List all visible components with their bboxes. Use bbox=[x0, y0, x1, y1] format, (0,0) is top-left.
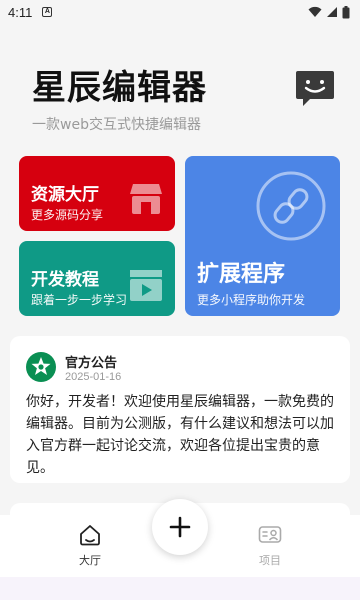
nav-home-label: 大厅 bbox=[79, 554, 101, 567]
store-icon bbox=[130, 184, 162, 214]
nav-project-tab[interactable]: 项目 bbox=[240, 524, 300, 568]
announcement-date: 2025-01-16 bbox=[65, 371, 122, 383]
dev-tutorial-card[interactable]: 开发教程 跟着一步一步学习 bbox=[19, 241, 175, 316]
gesture-bar bbox=[0, 577, 360, 600]
resource-hall-subtitle: 更多源码分享 bbox=[31, 208, 104, 222]
dev-tutorial-subtitle: 跟着一步一步学习 bbox=[31, 293, 128, 307]
a-box-icon: A bbox=[42, 7, 53, 17]
status-bar: 4:11 A bbox=[0, 0, 360, 24]
announcement-author: 官方公告 bbox=[65, 356, 118, 371]
status-time: 4:11 bbox=[8, 4, 33, 20]
resource-hall-card[interactable]: 资源大厅 更多源码分享 bbox=[19, 156, 175, 231]
extension-subtitle: 更多小程序助你开发 bbox=[197, 293, 306, 307]
project-icon bbox=[258, 526, 282, 543]
signal-icon bbox=[327, 7, 337, 17]
video-clapper-icon bbox=[130, 270, 162, 301]
nav-project-label: 项目 bbox=[259, 554, 281, 567]
link-circle-icon bbox=[256, 171, 326, 241]
add-button[interactable] bbox=[152, 499, 208, 555]
dev-tutorial-title: 开发教程 bbox=[31, 270, 99, 290]
announcement-card[interactable]: 官方公告 2025-01-16 你好，开发者！欢迎使用星辰编辑器，一款免费的编辑… bbox=[10, 336, 350, 483]
message-button[interactable] bbox=[295, 69, 335, 107]
resource-hall-title: 资源大厅 bbox=[31, 185, 99, 205]
plus-icon bbox=[169, 516, 191, 538]
status-icons bbox=[308, 5, 350, 19]
nav-home-tab[interactable]: 大厅 bbox=[60, 524, 120, 568]
star-badge-icon bbox=[26, 352, 56, 382]
announcement-body: 你好，开发者！欢迎使用星辰编辑器，一款免费的编辑器。目前为公测版，有什么建议和想… bbox=[26, 394, 334, 476]
battery-icon bbox=[342, 5, 350, 18]
chat-bubble-smile-icon bbox=[296, 71, 334, 106]
home-icon bbox=[80, 525, 100, 546]
page-subtitle: 一款web交互式快捷编辑器 bbox=[32, 117, 201, 133]
extension-card[interactable]: 扩展程序 更多小程序助你开发 bbox=[185, 156, 340, 316]
page-title: 星辰编辑器 bbox=[32, 68, 207, 108]
extension-title: 扩展程序 bbox=[197, 262, 286, 287]
wifi-icon bbox=[308, 6, 322, 17]
